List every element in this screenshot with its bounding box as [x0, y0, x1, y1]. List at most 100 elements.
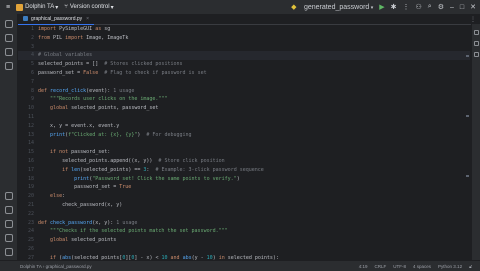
- project-selector[interactable]: Dolphin TA ▾: [16, 3, 58, 11]
- branch-icon: ⑂: [64, 4, 68, 10]
- git-icon[interactable]: [4, 248, 13, 256]
- run-window-icon[interactable]: [4, 206, 13, 214]
- code-line[interactable]: """Checks if the selected points match t…: [38, 227, 470, 236]
- tab-options-icon[interactable]: ⋮: [470, 16, 476, 23]
- code-line[interactable]: [38, 139, 470, 148]
- line-number: 26: [27, 245, 34, 252]
- database-icon[interactable]: [473, 41, 479, 46]
- line-number: 3: [30, 43, 34, 50]
- code-line[interactable]: """Records user clicks on the image.""": [38, 95, 470, 104]
- lock-icon[interactable]: 🔓︎: [469, 264, 472, 269]
- line-number: 9: [30, 96, 34, 103]
- ai-assistant-icon[interactable]: [473, 52, 479, 57]
- code-line[interactable]: [38, 43, 470, 52]
- close-tab-icon[interactable]: ×: [86, 16, 89, 22]
- line-number: 12: [27, 122, 34, 129]
- line-number: 20: [27, 193, 34, 200]
- code-line[interactable]: def check_password(x, y): 1 usage: [38, 219, 470, 228]
- chevron-down-icon: ▾: [110, 4, 114, 11]
- code-line[interactable]: global selected_points: [38, 236, 470, 245]
- line-separator[interactable]: CRLF: [375, 264, 387, 269]
- commit-icon[interactable]: [4, 48, 13, 56]
- line-number: 10: [27, 105, 34, 112]
- cursor-position[interactable]: 4:19: [359, 264, 368, 269]
- project-icon: [16, 3, 24, 11]
- tab-label: graphical_password.py: [31, 15, 83, 22]
- line-number: 21: [27, 201, 34, 208]
- code-line[interactable]: if not password_set:: [38, 148, 470, 157]
- close-icon[interactable]: ✕: [470, 3, 476, 11]
- terminal-icon[interactable]: [4, 220, 13, 228]
- left-tool-bar: [0, 14, 18, 260]
- minimize-icon[interactable]: –: [450, 4, 454, 11]
- more-icon[interactable]: ⋮: [403, 3, 410, 11]
- search-icon[interactable]: ⌕: [428, 3, 432, 11]
- python-console-icon[interactable]: [4, 192, 13, 200]
- line-number: 5: [30, 61, 34, 68]
- line-number: 22: [27, 210, 34, 217]
- vcs-label: Version control: [69, 4, 110, 10]
- code-line[interactable]: global selected_points, password_set: [38, 104, 470, 113]
- line-number: 1: [30, 26, 34, 32]
- breadcrumb[interactable]: Dolphin TA › graphical_password.py: [20, 264, 92, 269]
- code-line[interactable]: check_password(x, y): [38, 201, 470, 210]
- line-number: 2: [30, 34, 34, 41]
- indent-setting[interactable]: 4 spaces: [413, 264, 431, 269]
- python-file-icon: [23, 16, 28, 21]
- code-line[interactable]: [38, 210, 470, 219]
- people-icon[interactable]: ⚇: [416, 3, 422, 11]
- code-editor[interactable]: 1 2 3 4 5 6 7 8 9 10 11 12 13 14 15 16 17 18 19 20 21 22 23 24 2…: [18, 25, 470, 260]
- line-number: 16: [27, 157, 34, 164]
- debug-icon[interactable]: ✱: [391, 3, 397, 11]
- folder-icon[interactable]: [4, 20, 13, 28]
- code-line[interactable]: selected_points = [] # Stores clicked po…: [38, 60, 470, 69]
- problems-icon[interactable]: [4, 234, 13, 242]
- editor-tab-bar: graphical_password.py × ⋮: [18, 13, 480, 25]
- code-line[interactable]: # Global variables: [38, 51, 470, 61]
- line-number: 4: [18, 51, 38, 61]
- line-number: 7: [30, 78, 34, 85]
- code-line[interactable]: print("Password set! Click the same poin…: [38, 175, 470, 184]
- code-line[interactable]: else:: [38, 192, 470, 201]
- run-icon[interactable]: ▶: [379, 3, 384, 11]
- line-number: 17: [27, 166, 34, 173]
- code-line[interactable]: x, y = event.x, event.y: [38, 122, 470, 131]
- line-number: 23: [27, 219, 34, 226]
- code-line[interactable]: if len(selected_points) == 3: # Example:…: [38, 166, 470, 175]
- line-number: 14: [27, 140, 34, 147]
- line-number-gutter: 1 2 3 4 5 6 7 8 9 10 11 12 13 14 15 16 17 18 19 20 21 22 23 24 2…: [18, 25, 38, 260]
- code-line[interactable]: [38, 113, 470, 122]
- code-line[interactable]: selected_points.append((x, y)) # Store c…: [38, 157, 470, 166]
- structure-icon[interactable]: [4, 34, 13, 42]
- code-line[interactable]: def record_click(event): 1 usage: [38, 87, 470, 96]
- scrollbar-marker: [466, 115, 469, 117]
- run-config-selector[interactable]: ◆ generated_password ▾: [285, 3, 373, 11]
- run-config-label: generated_password: [303, 4, 370, 11]
- code-line[interactable]: print(f"Clicked at: {x}, {y}") # For deb…: [38, 131, 470, 140]
- scrollbar-marker: [466, 55, 469, 57]
- scrollbar-marker: [466, 175, 469, 177]
- vcs-selector[interactable]: ⑂ Version control ▾: [64, 4, 113, 11]
- status-bar: Dolphin TA › graphical_password.py 4:19 …: [0, 260, 480, 271]
- notifications-icon[interactable]: [473, 30, 479, 35]
- code-line[interactable]: password_set = False # Flag to check if …: [38, 69, 470, 78]
- python-interpreter[interactable]: Python 3.12: [438, 264, 462, 269]
- line-number: 25: [27, 237, 34, 244]
- code-line[interactable]: [38, 245, 470, 254]
- line-number: 15: [27, 149, 34, 156]
- code-line[interactable]: password_set = True: [38, 183, 470, 192]
- code-line[interactable]: [38, 78, 470, 87]
- code-line[interactable]: from PIL import Image, ImageTk: [38, 34, 470, 43]
- hamburger-icon: ≡: [6, 3, 11, 11]
- file-encoding[interactable]: UTF-8: [393, 264, 406, 269]
- gear-icon[interactable]: ⚙: [438, 3, 444, 11]
- project-name: Dolphin TA: [25, 4, 55, 10]
- plugins-icon[interactable]: [4, 62, 13, 70]
- line-number: 11: [27, 113, 34, 120]
- maximize-icon[interactable]: □: [460, 4, 464, 11]
- tab-graphical-password[interactable]: graphical_password.py ×: [18, 13, 95, 25]
- main-menu-button[interactable]: ≡: [6, 4, 10, 11]
- code-area[interactable]: import PySimpleGUI as sg from PIL import …: [38, 25, 470, 260]
- code-line[interactable]: import PySimpleGUI as sg: [38, 25, 470, 34]
- python-icon: ◆: [291, 4, 297, 11]
